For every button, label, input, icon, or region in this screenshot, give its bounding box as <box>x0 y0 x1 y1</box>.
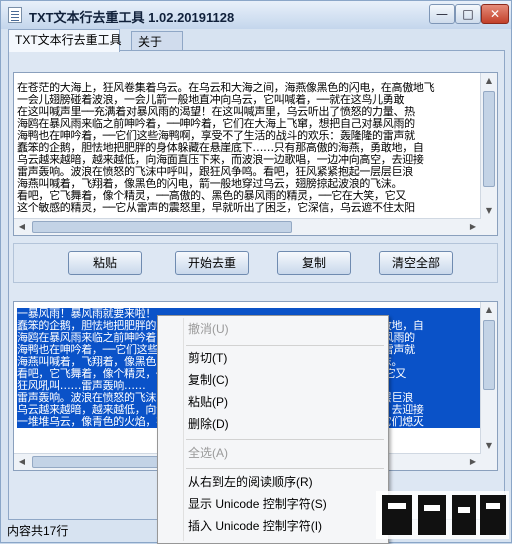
maximize-button[interactable]: □ <box>455 4 481 24</box>
scroll-down-icon[interactable]: ▼ <box>481 438 497 454</box>
input-textarea[interactable]: 在苍茫的大海上，狂风卷集着乌云。在乌云和大海之间，海燕像黑色的闪电，在高傲地飞一… <box>13 72 498 236</box>
text-line: 蠢笨的企鹅，胆怯地把肥胖的身体躲藏在悬崖底下……只有那高傲的海燕，勇敢地，自 <box>17 142 424 154</box>
paste-button[interactable]: 粘贴 <box>68 251 142 275</box>
text-line: 在苍茫的大海上，狂风卷集着乌云。在乌云和大海之间，海燕像黑色的闪电，在高傲地飞 <box>17 82 435 94</box>
menu-item-show-unicode-control[interactable]: 显示 Unicode 控制字符(S) <box>160 493 386 515</box>
menu-item-delete[interactable]: 删除(D) <box>160 413 386 435</box>
text-line: 乌云越来越暗，越来越低，向海面直压下来，而波浪一边歌唱，一边冲向高空，去迎接 <box>17 154 424 166</box>
text-line: 看吧，它飞舞着，像个精灵，──高傲的、黑色的暴风雨的精灵，──它在大笑，它又 <box>17 190 407 202</box>
tab-dedupe-tool[interactable]: TXT文本行去重工具 <box>8 29 122 52</box>
output-vertical-scrollbar[interactable]: ▲ ▼ <box>480 302 497 454</box>
menu-item-paste[interactable]: 粘贴(P) <box>160 391 386 413</box>
tab-about[interactable]: 关于 <box>131 31 183 50</box>
context-menu: 撤消(U) 剪切(T) 复制(C) 粘贴(P) 删除(D) 全选(A) 从右到左… <box>157 315 389 544</box>
text-line: 一会儿翅膀碰着波浪，一会儿箭一般地直冲向乌云，它叫喊着，──就在这鸟儿勇敢 <box>17 94 405 106</box>
menu-separator <box>186 439 384 440</box>
window-title: TXT文本行去重工具 1.02.20191128 <box>29 10 235 25</box>
input-horizontal-scrollbar[interactable]: ◀ ▶ <box>14 218 481 235</box>
scroll-corner <box>481 454 497 470</box>
text-line: 在这叫喊声里──充满着对暴风雨的渴望！在这叫喊声里，乌云听出了愤怒的力量、热 <box>17 106 415 118</box>
scroll-right-icon[interactable]: ▶ <box>465 219 481 235</box>
text-line: 海鸥在暴风雨来临之前呻吟着，──呻吟着，它们在大海上飞窜，想把自己对暴风雨的 <box>17 118 415 130</box>
text-line: 海燕叫喊着，飞翔着，像黑色的闪电，箭一般地穿过乌云，翅膀掠起波浪的飞沫。 <box>17 178 403 190</box>
output-vscroll-thumb[interactable] <box>483 320 495 390</box>
scroll-up-icon[interactable]: ▲ <box>481 302 497 318</box>
scroll-left-icon[interactable]: ◀ <box>14 454 30 470</box>
text-line: 雷声轰响。波浪在愤怒的飞沫中呼叫，跟狂风争鸣。看吧，狂风紧紧抱起一层层巨浪 <box>17 166 413 178</box>
site-watermark-logo <box>376 491 509 539</box>
menu-item-cut[interactable]: 剪切(T) <box>160 347 386 369</box>
title-bar[interactable]: TXT文本行去重工具 1.02.20191128 — □ ✕ <box>1 1 511 29</box>
scroll-down-icon[interactable]: ▼ <box>481 203 497 219</box>
text-line: 这个敏感的精灵，──它从雷声的震怒里，早就听出了困乏，它深信，乌云遮不住太阳 <box>17 202 415 214</box>
menu-separator <box>186 468 384 469</box>
scroll-left-icon[interactable]: ◀ <box>14 219 30 235</box>
menu-item-select-all[interactable]: 全选(A) <box>160 442 386 464</box>
start-dedupe-button[interactable]: 开始去重 <box>175 251 249 275</box>
menu-separator <box>186 345 384 346</box>
menu-item-copy[interactable]: 复制(C) <box>160 369 386 391</box>
scroll-corner <box>481 219 497 235</box>
line-count-status: 内容共17行 <box>7 524 69 538</box>
clear-all-button[interactable]: 清空全部 <box>379 251 453 275</box>
input-text-lines: 在苍茫的大海上，狂风卷集着乌云。在乌云和大海之间，海燕像黑色的闪电，在高傲地飞一… <box>17 82 482 214</box>
main-window: TXT文本行去重工具 1.02.20191128 — □ ✕ TXT文本行去重工… <box>0 0 512 544</box>
menu-item-rtl-reading-order[interactable]: 从右到左的阅读顺序(R) <box>160 471 386 493</box>
scroll-right-icon[interactable]: ▶ <box>465 454 481 470</box>
text-line: 海鸭也在呻吟着，──它们这些海鸭啊，享受不了生活的战斗的欢乐：轰隆隆的雷声就 <box>17 130 415 142</box>
menu-item-insert-unicode-control[interactable]: 插入 Unicode 控制字符(I) <box>160 515 386 537</box>
app-icon <box>8 7 22 23</box>
scroll-up-icon[interactable]: ▲ <box>481 73 497 89</box>
minimize-button[interactable]: — <box>429 4 455 24</box>
input-vertical-scrollbar[interactable]: ▲ ▼ <box>480 73 497 219</box>
menu-item-undo[interactable]: 撤消(U) <box>160 318 386 340</box>
input-vscroll-thumb[interactable] <box>483 91 495 187</box>
input-hscroll-thumb[interactable] <box>32 221 292 233</box>
close-button[interactable]: ✕ <box>481 4 509 24</box>
copy-button[interactable]: 复制 <box>277 251 351 275</box>
